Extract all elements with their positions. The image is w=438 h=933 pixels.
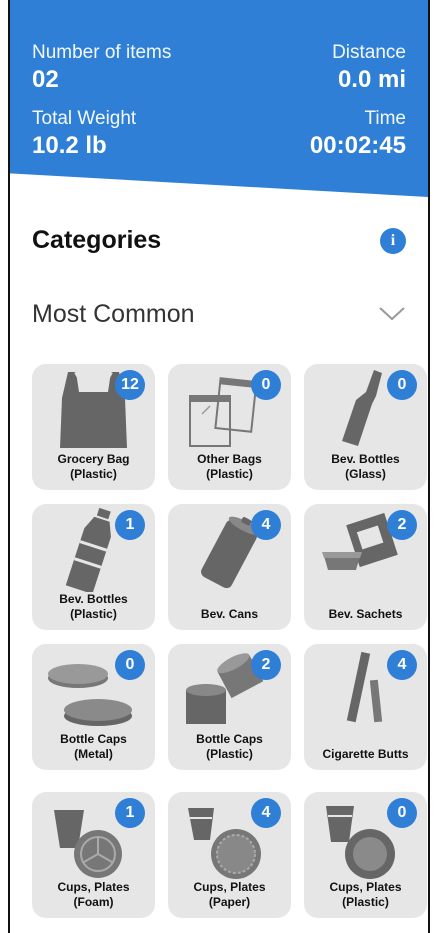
count-badge: 0 [387, 798, 417, 828]
tile-bev-cans[interactable]: 4 Bev. Cans [168, 504, 291, 630]
tile-label: Cups, Plates (Plastic) [329, 880, 402, 909]
count-badge: 2 [251, 650, 281, 680]
items-value: 02 [32, 66, 59, 93]
weight-label: Total Weight [32, 108, 137, 129]
count-badge: 0 [387, 370, 417, 400]
tile-bev-bottles-plastic[interactable]: 1 Bev. Bottles (Plastic) [32, 504, 155, 630]
info-icon[interactable]: i [380, 228, 406, 254]
tile-label: Grocery Bag (Plastic) [57, 452, 130, 481]
tile-label: Other Bags (Plastic) [197, 452, 262, 481]
section-label: Most Common [32, 300, 195, 328]
tile-label: Cups, Plates (Foam) [57, 880, 130, 909]
tile-label: Bottle Caps (Plastic) [196, 732, 263, 761]
tile-label: Cigarette Butts [322, 747, 409, 761]
count-badge: 0 [251, 370, 281, 400]
tile-cups-plates-paper[interactable]: 4 Cups, Plates (Paper) [168, 792, 291, 918]
time-label: Time [364, 108, 406, 129]
tile-bottle-caps-plastic[interactable]: 2 Bottle Caps (Plastic) [168, 644, 291, 770]
count-badge: 4 [387, 650, 417, 680]
tile-bottle-caps-metal[interactable]: 0 Bottle Caps (Metal) [32, 644, 155, 770]
stat-items: Number of items 02 [32, 42, 171, 94]
items-label: Number of items [32, 42, 172, 63]
chevron-down-icon [379, 307, 405, 321]
tile-grocery-bag-plastic[interactable]: 12 Grocery Bag (Plastic) [32, 364, 155, 490]
tile-label: Bev. Bottles (Glass) [331, 452, 400, 481]
time-value: 00:02:45 [309, 132, 406, 159]
count-badge: 0 [115, 650, 145, 680]
tile-label: Bev. Cans [200, 607, 259, 621]
section-dropdown-most-common[interactable]: Most Common [32, 300, 406, 336]
tile-bev-sachets[interactable]: 2 Bev. Sachets [304, 504, 427, 630]
tile-label: Bottle Caps (Metal) [60, 732, 127, 761]
weight-value: 10.2 lb [32, 132, 107, 159]
tile-label: Cups, Plates (Paper) [193, 880, 266, 909]
count-badge: 4 [251, 798, 281, 828]
categories-title: Categories [32, 226, 162, 254]
tile-cigarette-butts[interactable]: 4 Cigarette Butts [304, 644, 427, 770]
tile-label: Bev. Bottles (Plastic) [59, 592, 128, 621]
stat-weight: Total Weight 10.2 lb [32, 108, 136, 160]
count-badge: 2 [387, 510, 417, 540]
app-frame: Number of items 02 Distance 0.0 mi Total… [8, 0, 430, 933]
stat-time: Time 00:02:45 [310, 108, 406, 160]
count-badge: 1 [115, 510, 145, 540]
tile-label: Bev. Sachets [328, 607, 403, 621]
tile-cups-plates-plastic[interactable]: 0 Cups, Plates (Plastic) [304, 792, 427, 918]
stats-header: Number of items 02 Distance 0.0 mi Total… [10, 0, 428, 197]
tile-cups-plates-foam[interactable]: 1 Cups, Plates (Foam) [32, 792, 155, 918]
stat-distance: Distance 0.0 mi [332, 42, 406, 94]
tile-bev-bottles-glass[interactable]: 0 Bev. Bottles (Glass) [304, 364, 427, 490]
distance-label: Distance [332, 42, 406, 63]
count-badge: 1 [115, 798, 145, 828]
count-badge: 12 [115, 370, 145, 400]
distance-value: 0.0 mi [337, 66, 406, 93]
tile-other-bags-plastic[interactable]: 0 Other Bags (Plastic) [168, 364, 291, 490]
count-badge: 4 [251, 510, 281, 540]
